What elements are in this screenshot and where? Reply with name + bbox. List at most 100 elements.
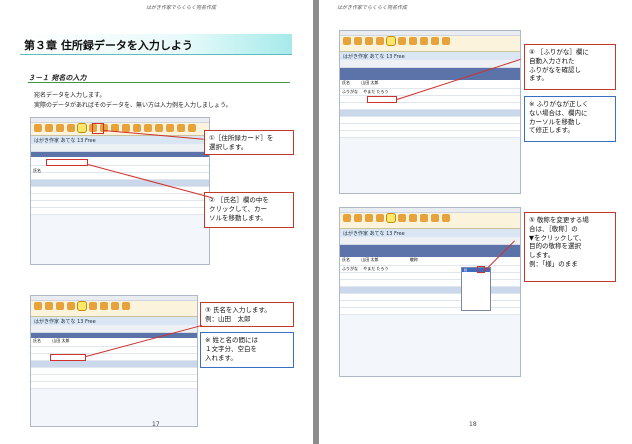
page-header: はがき作家でらくらく宛名作成 [146, 5, 217, 11]
toolbar-icon [56, 302, 64, 310]
form-row [340, 117, 520, 124]
form-row [340, 280, 520, 287]
callout-5-line-1: ⑤ 敬称を変更する場 [529, 216, 589, 224]
record-header-band [340, 68, 520, 80]
app-title: はがき作家 あてな 13 Free [340, 52, 520, 60]
toolbar-icon [100, 302, 108, 310]
toolbar-icon [155, 124, 163, 132]
toolbar-icon [188, 124, 196, 132]
callout-2-line-2: クリックして、カー [209, 204, 267, 213]
callout-3-line-2: 例：山田 太郎 [205, 314, 251, 323]
note-right-line-3: カーソルを移動し [529, 117, 581, 126]
callout-3: ③ 氏名を入力します。 例：山田 太郎 [200, 302, 294, 327]
name-row: 氏名 山田 太郎 [31, 338, 197, 347]
name-label: 氏名 [342, 80, 350, 85]
form-row [31, 201, 209, 208]
kana-row: ふりがな やまだ たろう [340, 266, 520, 273]
form-row [340, 124, 520, 131]
name-value: 山田 太郎 [361, 257, 379, 262]
screenshot-address-card: はがき作家 あてな 13 Free 氏名 [30, 117, 210, 265]
page-header: はがき作家でらくらく宛名作成 [337, 5, 408, 11]
name-label: 氏名 [33, 168, 41, 173]
toolbar-icon [166, 124, 174, 132]
note-right: ※ ふりがなが正しく ない場合は、欄内に カーソルを移動し て修正します。 [524, 96, 616, 142]
form-row [340, 103, 520, 110]
callout-2: ② ［氏名］欄の中を クリックして、カー ソルを移動します。 [204, 192, 294, 228]
callout-4-line-4: ます。 [529, 74, 548, 83]
name-value: 山田 太郎 [361, 80, 379, 85]
note-right-line-4: て修正します。 [529, 126, 574, 135]
toolbar-icon [177, 124, 185, 132]
toolbar-icon [420, 214, 428, 222]
toolbar-icon [376, 214, 384, 222]
toolbar-icon [343, 37, 351, 45]
callout-5-line-4: 目的の敬称を選択 [529, 242, 581, 251]
toolbar-icon [376, 37, 384, 45]
form-tab-row [340, 287, 520, 294]
toolbar-icon [431, 214, 439, 222]
highlight-name-value [50, 354, 86, 361]
callout-4-line-1: ④ ［ふりがな］欄に [529, 48, 589, 56]
toolbar-icon [34, 124, 42, 132]
form-row [31, 173, 209, 180]
screenshot-name-entry: はがき作家 あてな 13 Free 氏名 山田 太郎 [30, 295, 198, 427]
note-left-line-1: ※ 姓と名の間には [205, 336, 259, 344]
page-number: 17 [152, 421, 160, 428]
honorific-dropdown[interactable]: 様 [461, 267, 491, 311]
form-row [340, 294, 520, 301]
form-tab-row [31, 361, 197, 368]
callout-4-line-2: 自動入力された [529, 56, 575, 65]
toolbar-icon [431, 37, 439, 45]
form-row [340, 301, 520, 308]
note-left-line-3: 入れます。 [205, 353, 237, 362]
callout-2-line-3: ソルを移動します。 [209, 213, 267, 222]
toolbar-icon [34, 302, 42, 310]
form-row [31, 194, 209, 201]
address-card-icon [77, 301, 87, 311]
honorific-label: 敬称 [409, 257, 418, 262]
toolbar-icon [67, 302, 75, 310]
callout-5: ⑤ 敬称を変更する場 合は、［敬称］の ▼をクリックして、 目的の敬称を選択 し… [524, 212, 616, 282]
toolbar [31, 123, 209, 136]
toolbar [340, 36, 520, 52]
form-row [340, 131, 520, 138]
callout-5-line-6: 例：「様」のまま [529, 259, 578, 268]
kana-tabs [340, 237, 520, 245]
toolbar-icon [398, 37, 406, 45]
toolbar [31, 301, 197, 317]
chapter-title: 第３章 住所録データを入力しよう [24, 39, 193, 52]
screenshot-furigana: はがき作家 あてな 13 Free 氏名 山田 太郎 ふりがな やまだ たろう [339, 30, 521, 194]
note-left-line-2: １文字分、空白を [205, 344, 257, 353]
toolbar-icon [354, 214, 362, 222]
form-row [340, 308, 520, 315]
form-row [31, 368, 197, 375]
callout-4: ④ ［ふりがな］欄に 自動入力された ふりがなを確認し ます。 [524, 44, 616, 90]
toolbar-icon [111, 302, 119, 310]
kana-value: やまだ たろう [363, 266, 389, 271]
left-page: はがき作家でらくらく宛名作成 第３章 住所録データを入力しよう ３－１ 宛名の入… [0, 0, 313, 444]
toolbar-icon [442, 37, 450, 45]
form-row [31, 375, 197, 382]
page-number: 18 [469, 421, 477, 428]
body-text-1: 宛名データを入力します。 [34, 92, 106, 99]
address-card-icon [386, 213, 396, 223]
toolbar-icon [409, 37, 417, 45]
kana-tabs [31, 144, 209, 152]
callout-5-line-2: 合は、［敬称］の [529, 224, 578, 233]
app-title: はがき作家 あてな 13 Free [31, 317, 197, 325]
toolbar-icon [420, 37, 428, 45]
callout-5-line-3: ▼をクリックして、 [529, 233, 586, 242]
screenshot-honorific: はがき作家 あてな 13 Free 氏名 山田 太郎 敬称 ふりがな やまだ た… [339, 207, 521, 377]
highlight-name-field [46, 159, 88, 166]
callout-1-line-1: ①［住所録カード］を [209, 134, 274, 142]
address-card-icon [386, 36, 396, 46]
toolbar-icon [45, 302, 53, 310]
name-label: 氏名 [33, 338, 41, 343]
app-title: はがき作家 あてな 13 Free [340, 229, 520, 237]
note-right-line-2: ない場合は、欄内に [529, 108, 588, 117]
kana-label: ふりがな [342, 89, 358, 94]
form-tab-row [31, 180, 209, 187]
toolbar-icon [144, 124, 152, 132]
note-left: ※ 姓と名の間には １文字分、空白を 入れます。 [200, 332, 294, 368]
name-value: 山田 太郎 [52, 338, 70, 343]
